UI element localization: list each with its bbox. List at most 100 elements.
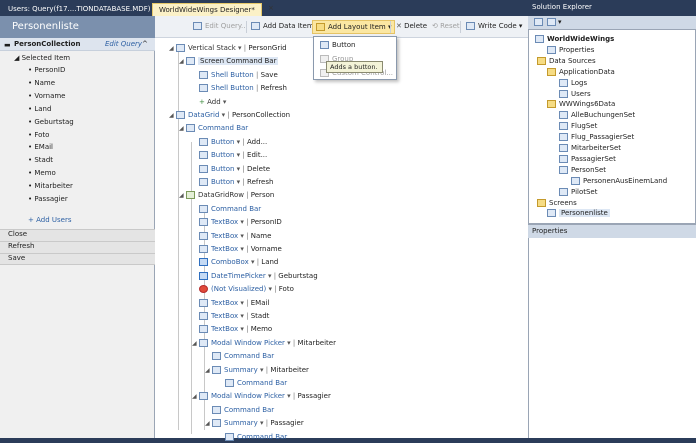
control-type[interactable]: TextBox (211, 218, 238, 226)
menu-item-button[interactable]: Button (316, 39, 394, 51)
tree-node[interactable]: ◢ Command Bar (179, 122, 248, 134)
tree-node[interactable]: ◢ Summary ▾ | Mitarbeiter (205, 364, 309, 376)
field-item[interactable]: • Passagier (0, 195, 155, 207)
chevron-down-icon[interactable]: ▾ (221, 98, 227, 106)
edit-query-button[interactable]: Edit Query... (190, 20, 251, 34)
tree-node[interactable]: Command Bar (192, 203, 261, 215)
tree-node[interactable]: Button ▾ | Add... (192, 136, 267, 148)
tree-node[interactable]: Button ▾ | Refresh (192, 176, 273, 188)
reset-button[interactable]: ⟲ Reset (429, 20, 463, 34)
save-button[interactable]: Save (0, 253, 155, 265)
solution-item[interactable]: Flug_PassagierSet (559, 132, 634, 143)
control-type[interactable]: TextBox (211, 312, 238, 320)
collapse-icon[interactable]: ◢ (169, 43, 176, 55)
field-item[interactable]: • Foto (0, 131, 155, 143)
tree-node[interactable]: Shell Button | Save (192, 69, 278, 81)
tree-node[interactable]: Command Bar (205, 350, 274, 362)
chevron-down-icon[interactable]: ▾ (558, 18, 562, 26)
write-code-button[interactable]: Write Code ▾ (463, 20, 525, 34)
control-type[interactable]: Button (211, 138, 234, 146)
solution-item[interactable]: Screens (537, 198, 577, 209)
field-item[interactable]: • Stadt (0, 156, 155, 168)
tree-node[interactable]: Button ▾ | Delete (192, 163, 270, 175)
collection-row[interactable]: ▬ PersonCollection Edit Query ^ (0, 38, 155, 51)
close-tab-icon[interactable]: × (262, 2, 280, 15)
collapse-icon[interactable]: ◢ (205, 418, 212, 430)
control-type[interactable]: Add (207, 98, 221, 106)
solution-item[interactable]: Users (559, 89, 591, 100)
control-type[interactable]: Summary (224, 419, 258, 427)
control-type[interactable]: Shell Button (211, 71, 254, 79)
control-type[interactable]: TextBox (211, 245, 238, 253)
tree-node[interactable]: Command Bar (218, 377, 287, 389)
control-type[interactable]: Button (211, 151, 234, 159)
solution-item[interactable]: Personenliste (547, 208, 610, 219)
tree-node[interactable]: TextBox ▾ | PersonID (192, 216, 282, 228)
tree-node[interactable]: ◢ DataGridRow | Person (179, 189, 274, 201)
solution-item[interactable]: Data Sources (537, 56, 596, 67)
tree-node[interactable]: ◢ Modal Window Picker ▾ | Mitarbeiter (192, 337, 336, 349)
solution-item[interactable]: ApplicationData (547, 67, 615, 78)
tree-node[interactable]: TextBox ▾ | Vorname (192, 243, 282, 255)
solution-item[interactable]: WorldWideWings (535, 34, 614, 45)
tab-designer[interactable]: WorldWideWings Designer* (152, 3, 262, 16)
control-type[interactable]: Command Bar (237, 379, 287, 387)
field-item[interactable]: • Land (0, 105, 155, 117)
solution-item[interactable]: FlugSet (559, 121, 597, 132)
tab-users-query[interactable]: Users: Query(f17....TIONDATABASE.MDF) (2, 3, 156, 16)
solution-item[interactable]: AlleBuchungenSet (559, 110, 635, 121)
collapse-icon[interactable]: ◢ (179, 190, 186, 202)
tree-node[interactable]: ◢ Vertical Stack ▾ | PersonGrid (169, 42, 287, 54)
solution-item[interactable]: PilotSet (559, 187, 597, 198)
control-type[interactable]: (Not Visualized) (211, 285, 266, 293)
add-layout-item-button[interactable]: Add Layout Item ▾ (312, 20, 396, 34)
delete-button[interactable]: ✕ Delete (393, 20, 430, 34)
refresh-button[interactable]: Refresh (0, 241, 155, 253)
tree-node[interactable]: TextBox ▾ | Name (192, 230, 271, 242)
field-item[interactable]: • Geburtstag (0, 118, 155, 130)
control-type[interactable]: DateTimePicker (211, 272, 266, 280)
field-item[interactable]: • Vorname (0, 92, 155, 104)
control-type[interactable]: Button (211, 165, 234, 173)
tree-node[interactable]: ComboBox ▾ | Land (192, 256, 278, 268)
collapse-icon[interactable]: ◢ (179, 56, 186, 68)
collapse-icon[interactable]: ◢ (192, 338, 199, 350)
collapse-icon[interactable]: ◢ (179, 123, 186, 135)
show-all-files-icon[interactable] (547, 18, 556, 26)
control-type[interactable]: Command Bar (224, 406, 274, 414)
tree-node[interactable]: ◢ Summary ▾ | Passagier (205, 417, 304, 429)
field-item[interactable]: • Name (0, 79, 155, 91)
control-type[interactable]: Summary (224, 366, 258, 374)
tree-node[interactable]: Command Bar (218, 431, 287, 443)
solution-item[interactable]: PersonenAusEinemLand (571, 176, 667, 187)
collapse-icon[interactable]: ▬ (4, 41, 11, 49)
tree-node[interactable]: TextBox ▾ | EMail (192, 297, 269, 309)
tree-node[interactable]: Shell Button | Refresh (192, 82, 287, 94)
control-type[interactable]: Vertical Stack (188, 44, 236, 52)
field-item[interactable]: • PersonID (0, 66, 155, 78)
control-type[interactable]: DataGrid (188, 111, 219, 119)
control-type[interactable]: Command Bar (211, 205, 261, 213)
control-type[interactable]: Modal Window Picker (211, 392, 285, 400)
collapse-icon[interactable]: ◢ (14, 54, 22, 62)
collapse-icon[interactable]: ◢ (192, 391, 199, 403)
field-item[interactable]: • Mitarbeiter (0, 182, 155, 194)
tree-node[interactable]: TextBox ▾ | Memo (192, 323, 272, 335)
tree-node[interactable]: ◢ Modal Window Picker ▾ | Passagier (192, 390, 331, 402)
solution-item[interactable]: MitarbeiterSet (559, 143, 621, 154)
field-item[interactable]: • Memo (0, 169, 155, 181)
collapse-icon[interactable]: ◢ (205, 365, 212, 377)
tree-node[interactable]: + Add ▾ (192, 96, 226, 108)
tree-node[interactable]: ◢ DataGrid ▾ | PersonCollection (169, 109, 290, 121)
solution-item[interactable]: Properties (547, 45, 594, 56)
solution-item[interactable]: Logs (559, 78, 587, 89)
close-button[interactable]: Close (0, 229, 155, 241)
tree-node[interactable]: Command Bar (205, 404, 274, 416)
chevron-up-icon[interactable]: ^ (142, 40, 148, 48)
solution-item[interactable]: PassagierSet (559, 154, 616, 165)
solution-item[interactable]: PersonSet (559, 165, 606, 176)
selected-item-node[interactable]: ◢ Selected Item (0, 54, 155, 66)
control-type[interactable]: TextBox (211, 325, 238, 333)
add-users-link[interactable]: + Add Users (0, 216, 155, 228)
control-type[interactable]: Command Bar (224, 352, 274, 360)
